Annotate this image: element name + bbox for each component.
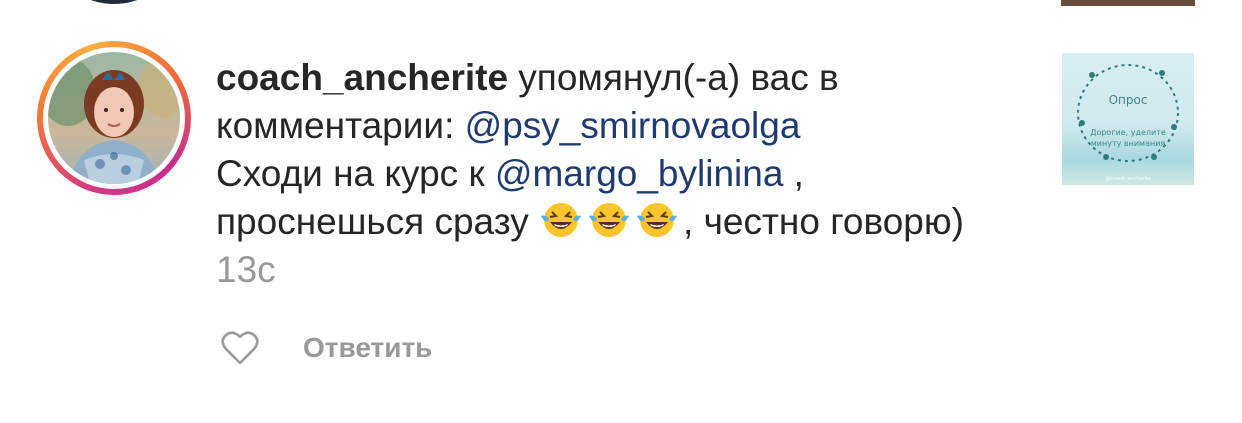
heart-icon[interactable]: [220, 330, 260, 366]
thumbnail-subtitle: Дорогие, уделите минуту внимания: [1090, 128, 1166, 148]
username-link[interactable]: coach_ancherite: [216, 57, 508, 98]
comment-body-part-3: , честно говорю): [683, 201, 964, 242]
comment-text: coach_ancherite упомянул(-а) вас в комме…: [216, 54, 976, 294]
mention-link-margo-bylinina[interactable]: @margo_bylinina: [495, 153, 783, 194]
comment-body-part-1: Сходи на курс к: [216, 153, 495, 194]
avatar-story-ring[interactable]: [37, 41, 191, 195]
previous-avatar[interactable]: [72, 0, 156, 4]
face-with-tears-of-joy-icon: [539, 200, 583, 240]
timestamp: 13с: [216, 249, 276, 290]
face-with-tears-of-joy-icon: [587, 200, 631, 240]
post-thumbnail[interactable]: Опрос Дорогие, уделите минуту внимания @…: [1062, 53, 1194, 185]
comment-actions: Ответить: [220, 328, 432, 368]
face-with-tears-of-joy-icon: [635, 200, 679, 240]
thumbnail-handle: @coach_ancherite: [1105, 176, 1151, 182]
previous-post-thumbnail[interactable]: [1061, 0, 1195, 6]
avatar[interactable]: [48, 52, 180, 184]
thumbnail-title: Опрос: [1108, 93, 1148, 107]
mention-link-psy-smirnovaolga[interactable]: @psy_smirnovaolga: [465, 105, 801, 146]
reply-button[interactable]: Ответить: [303, 332, 432, 364]
